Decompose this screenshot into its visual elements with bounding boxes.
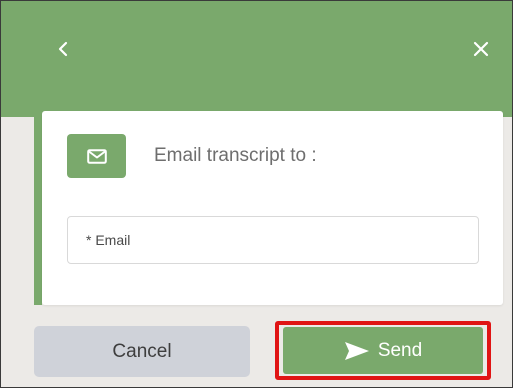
cancel-button-label: Cancel (112, 340, 172, 362)
cancel-button[interactable]: Cancel (34, 326, 250, 377)
email-card: Email transcript to : (42, 111, 503, 305)
envelope-icon (86, 148, 107, 164)
close-button[interactable] (463, 31, 499, 67)
email-field[interactable] (67, 216, 479, 264)
dialog-header (1, 1, 512, 117)
card-accent-stripe (34, 117, 42, 305)
chevron-left-icon (58, 41, 68, 57)
card-title: Email transcript to : (154, 145, 317, 166)
send-button-label: Send (377, 339, 423, 361)
paper-plane-icon (344, 341, 369, 360)
email-transcript-dialog: Email transcript to : Cancel Send (0, 0, 513, 388)
back-button[interactable] (45, 31, 81, 67)
close-icon (473, 41, 489, 57)
envelope-tile (67, 134, 126, 178)
email-input[interactable] (86, 217, 466, 263)
send-button[interactable]: Send (283, 327, 483, 374)
